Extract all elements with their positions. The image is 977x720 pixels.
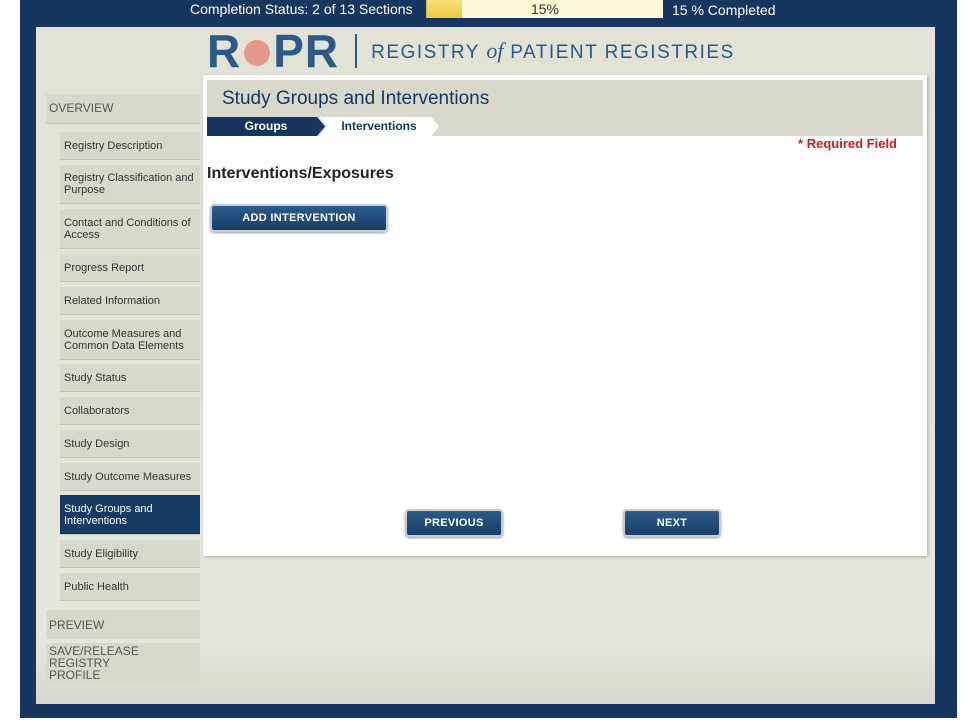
logo-wordmark: R PR: [207, 25, 340, 77]
content-header: Study Groups and Interventions Groups In…: [207, 80, 923, 136]
sidebar-overview-label: OVERVIEW: [49, 101, 114, 115]
ropr-logo: R PR REGISTRY of PATIENT REGISTRIES: [207, 25, 735, 77]
sidebar-item-study-status[interactable]: Study Status: [60, 364, 200, 392]
sidebar-item-study-eligibility[interactable]: Study Eligibility: [60, 540, 200, 568]
page-title: Study Groups and Interventions: [222, 88, 490, 109]
step-tab-interventions[interactable]: Interventions: [319, 117, 439, 136]
sidebar-item-study-design[interactable]: Study Design: [60, 430, 200, 458]
progress-summary: 15 % Completed: [672, 2, 776, 18]
completion-status-bar: Completion Status: 2 of 13 Sections 15% …: [20, 0, 957, 20]
completion-status-label: Completion Status: 2 of 13 Sections: [190, 1, 413, 17]
sidebar-item-study-groups-interventions[interactable]: Study Groups and Interventions: [60, 495, 200, 535]
sidebar-save-release[interactable]: SAVE/RELEASE REGISTRY PROFILE: [46, 643, 200, 683]
sidebar-item-collaborators[interactable]: Collaborators: [60, 397, 200, 425]
logo-tagline: REGISTRY of PATIENT REGISTRIES: [371, 38, 735, 63]
logo-divider: [355, 34, 358, 68]
sidebar-preview[interactable]: PREVIEW: [46, 610, 200, 639]
progress-percent-text: 15%: [530, 1, 560, 17]
previous-button[interactable]: PREVIOUS: [405, 509, 503, 537]
sidebar-item-registry-classification[interactable]: Registry Classification and Purpose: [60, 165, 200, 204]
required-field-note: * Required Field: [798, 136, 897, 151]
add-intervention-button[interactable]: ADD INTERVENTION: [210, 204, 388, 232]
sidebar-item-outcome-measures-cde[interactable]: Outcome Measures and Common Data Element…: [60, 320, 200, 360]
logo-dot-icon: [244, 39, 271, 66]
sidebar-item-public-health[interactable]: Public Health: [60, 573, 200, 601]
sidebar-item-related-information[interactable]: Related Information: [60, 287, 200, 315]
content-area: Study Groups and Interventions Groups In…: [203, 75, 927, 556]
progress-bar: 15%: [426, 0, 663, 18]
next-button[interactable]: NEXT: [623, 509, 721, 537]
section-title: Interventions/Exposures: [207, 165, 394, 182]
sidebar-item-progress-report[interactable]: Progress Report: [60, 254, 200, 282]
sidebar-item-study-outcome-measures[interactable]: Study Outcome Measures: [60, 463, 200, 491]
step-tab-groups[interactable]: Groups: [207, 117, 325, 136]
sidebar-item-contact-conditions[interactable]: Contact and Conditions of Access: [60, 209, 200, 249]
sidebar-item-registry-description[interactable]: Registry Description: [60, 132, 200, 160]
sidebar-overview[interactable]: OVERVIEW: [46, 94, 200, 124]
